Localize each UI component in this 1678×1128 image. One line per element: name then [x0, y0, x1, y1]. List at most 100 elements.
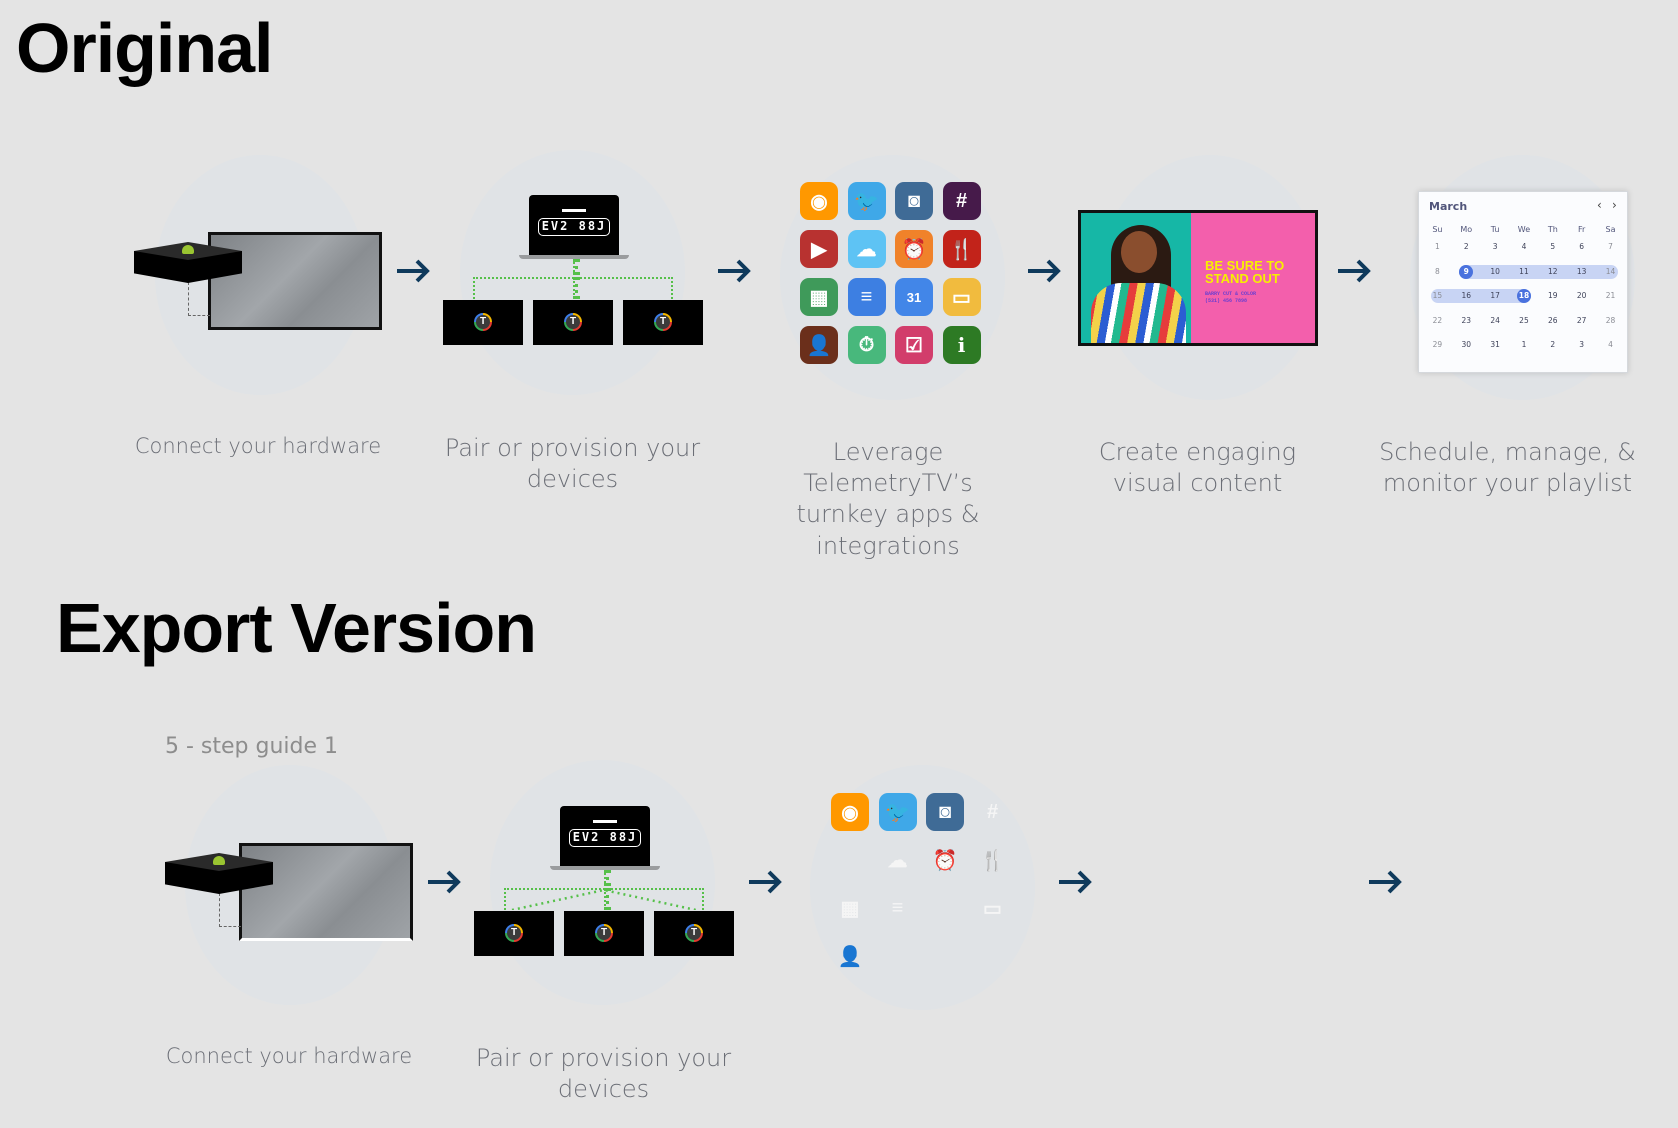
calendar-day[interactable]: 1 [1510, 337, 1539, 362]
pairing-illustration: EV2 88J [474, 806, 734, 966]
calendar-grid: Su Mo Tu We Th Fr Sa 1 2 3 4 5 6 7 8 9 10 11 12 13 14 15 16 17 1… [1423, 222, 1625, 362]
calendar-day[interactable]: 16 [1452, 288, 1481, 313]
calendar-day[interactable]: 31 [1481, 337, 1510, 362]
calendar-day[interactable]: 20 [1567, 288, 1596, 313]
weather-icon: ☁ [887, 849, 908, 872]
calendar-day[interactable]: 10 [1481, 264, 1510, 289]
arrow-right-icon [397, 259, 430, 283]
event-icon: ☑ [895, 326, 933, 364]
android-icon [213, 856, 225, 865]
calendar-weekday: Th [1547, 225, 1558, 234]
slack-icon: # [986, 800, 999, 823]
calendar-day[interactable]: 22 [1423, 313, 1452, 338]
calendar-day[interactable]: 5 [1538, 239, 1567, 264]
calendar-day[interactable]: 12 [1538, 264, 1567, 289]
calendar-day[interactable]: 3 [1481, 239, 1510, 264]
calendar-day[interactable]: 26 [1538, 313, 1567, 338]
calendar-day[interactable]: 17 [1481, 288, 1510, 313]
step-caption: Leverage TelemetryTV’s turnkey apps & in… [796, 438, 980, 560]
laptop-bar [562, 209, 586, 212]
arrow-right-icon [1338, 259, 1371, 283]
screen-icon [623, 300, 703, 345]
calendar-week-row: 22 23 24 25 26 27 28 [1423, 313, 1625, 338]
arrow-right-icon [1369, 870, 1402, 894]
calendar-day[interactable]: 23 [1452, 313, 1481, 338]
calendar-day[interactable]: 28 [1596, 313, 1625, 338]
calendar-day[interactable]: 24 [1481, 313, 1510, 338]
calendar-weekday-row: Su Mo Tu We Th Fr Sa [1423, 222, 1625, 239]
hardware-illustration [134, 232, 394, 342]
tv-display-icon [208, 232, 382, 330]
calendar-day[interactable]: 15 [1423, 288, 1452, 313]
calendar-day[interactable]: 7 [1596, 239, 1625, 264]
person-icon: 👤 [800, 326, 838, 364]
pairing-code: EV2 88J [569, 829, 641, 847]
person-dress [1091, 283, 1186, 343]
content-subtext: BARRY CUT & COLOR (531) 456 7898 [1205, 291, 1256, 305]
restaurant-icon: 🍴 [980, 849, 1005, 872]
calendar-day[interactable]: 14 [1596, 264, 1625, 289]
calendar-day[interactable]: 1 [1423, 239, 1452, 264]
calendar-day[interactable]: 13 [1567, 264, 1596, 289]
arrow-right-icon [1059, 870, 1092, 894]
event-icon [926, 937, 964, 975]
twitter-icon: 🐦 [847, 182, 886, 220]
calendar-day[interactable]: 30 [1452, 337, 1481, 362]
step-caption: Connect your hardware [134, 434, 382, 458]
alarm-icon: ⏰ [932, 849, 958, 872]
calendar-icon: 31 [895, 278, 933, 316]
screen-icon [654, 911, 734, 956]
guide-label: 5 - step guide 1 [165, 734, 339, 759]
calendar-day[interactable]: 6 [1567, 239, 1596, 264]
slides-icon: ▭ [983, 897, 1002, 920]
business-name: BARRY CUT & COLOR [1205, 291, 1257, 297]
telemetrytv-logo-icon [505, 924, 523, 942]
dotted-line [573, 259, 578, 275]
calendar-day[interactable]: 8 [1423, 264, 1452, 289]
instagram-icon: ◙ [926, 793, 964, 831]
content-headline: BE SURE TO STAND OUT [1205, 258, 1285, 286]
telemetrytv-logo-icon [564, 313, 582, 331]
business-phone: (531) 456 7898 [1205, 298, 1248, 304]
calendar-widget[interactable]: March ‹ › Su Mo Tu We Th Fr Sa 1 2 3 4 5 6 7 8 9 10 11 12 1… [1418, 191, 1628, 373]
person-icon: 👤 [837, 945, 863, 968]
restaurant-icon: 🍴 [942, 230, 981, 268]
person-face [1121, 231, 1157, 273]
calendar-day[interactable]: 2 [1452, 239, 1481, 264]
calendar-month: March [1429, 200, 1468, 213]
person-photo [1081, 213, 1191, 343]
telemetrytv-logo-icon [685, 924, 703, 942]
calendar-day[interactable]: 11 [1510, 264, 1539, 289]
youtube-icon [831, 841, 869, 879]
youtube-icon: ▶ [800, 230, 838, 268]
telemetrytv-logo-icon [474, 313, 492, 331]
calendar-day[interactable]: 4 [1510, 239, 1539, 264]
slack-icon: # [942, 182, 981, 220]
section-title-original: Original [16, 9, 273, 87]
step-caption: Pair or provision your devices [475, 1044, 732, 1104]
calendar-icon [926, 889, 964, 927]
info-icon: i [942, 326, 981, 364]
cable-line [188, 282, 210, 316]
telemetrytv-logo-icon [595, 924, 613, 942]
cable-line [219, 893, 241, 927]
calendar-day[interactable]: 27 [1567, 313, 1596, 338]
laptop-icon: EV2 88J [560, 806, 650, 866]
calendar-prev-button[interactable]: ‹ [1597, 198, 1602, 212]
calendar-day[interactable]: 9 [1452, 264, 1481, 289]
calendar-weekday: Fr [1577, 225, 1586, 234]
twitter-icon: 🐦 [878, 793, 917, 831]
calendar-next-button[interactable]: › [1612, 198, 1617, 212]
calendar-day[interactable]: 19 [1538, 288, 1567, 313]
calendar-day[interactable]: 4 [1596, 337, 1625, 362]
calendar-weekday: Sa [1605, 225, 1616, 234]
calendar-day[interactable]: 2 [1538, 337, 1567, 362]
step-caption: Connect your hardware [165, 1044, 413, 1068]
calendar-weekday: Mo [1460, 225, 1473, 234]
calendar-day[interactable]: 29 [1423, 337, 1452, 362]
calendar-day[interactable]: 25 [1510, 313, 1539, 338]
calendar-day[interactable]: 3 [1567, 337, 1596, 362]
tv-display-icon [239, 843, 413, 941]
calendar-day[interactable]: 18 [1510, 288, 1539, 313]
calendar-day[interactable]: 21 [1596, 288, 1625, 313]
